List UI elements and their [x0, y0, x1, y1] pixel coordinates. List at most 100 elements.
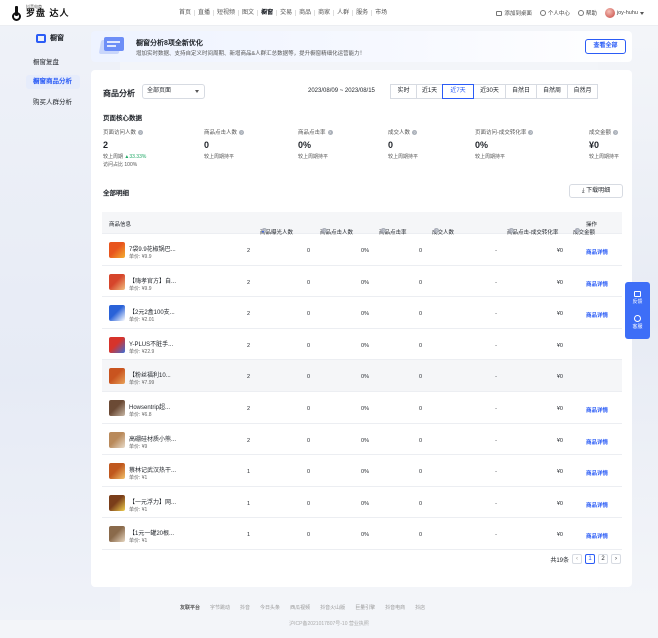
- next-page-button[interactable]: ›: [611, 554, 621, 564]
- product-name[interactable]: 【一元浮力】网...: [129, 497, 179, 506]
- page-2-button[interactable]: 2: [598, 554, 608, 564]
- footer-link[interactable]: 抖音电商: [385, 604, 405, 611]
- footer-link[interactable]: 巨量引擎: [355, 604, 375, 611]
- tab-period[interactable]: 近7天: [442, 84, 474, 99]
- nav-item[interactable]: 橱窗: [258, 10, 278, 16]
- add-to-desktop-link[interactable]: 添加到桌面: [496, 9, 532, 17]
- footer-link[interactable]: 今日头条: [260, 604, 280, 611]
- nav-item[interactable]: 商品: [296, 10, 316, 16]
- product-name[interactable]: 【2元2盒100支...: [129, 307, 179, 316]
- table-row[interactable]: 【嗨孝官方】自... 单价: ¥9.9 2 0 0% 0 - ¥0 商品详情: [102, 266, 622, 298]
- feedback-button[interactable]: 反馈: [632, 291, 643, 305]
- help-icon[interactable]: ?: [138, 129, 144, 135]
- sidebar-item-buyer-analysis[interactable]: 购买人群分析: [26, 96, 80, 110]
- nav-item[interactable]: 人群: [334, 10, 354, 16]
- nav-item[interactable]: 直播: [195, 10, 215, 16]
- footer-link[interactable]: 字节跳动: [210, 604, 230, 611]
- product-detail-link[interactable]: 商品详情: [586, 532, 608, 540]
- table-row[interactable]: 【1元一罐20根... 单价: ¥1 1 0 0% 0 - ¥0 商品详情: [102, 518, 622, 550]
- table-row[interactable]: Y-PLUS不脏手... 单价: ¥22.9 2 0 0% 0 - ¥0: [102, 329, 622, 361]
- tab-period[interactable]: 近30天: [473, 84, 506, 99]
- customer-service-button[interactable]: 客服: [632, 315, 643, 330]
- product-name[interactable]: 【粉丝福利10...: [129, 370, 179, 379]
- sort-icon: [434, 228, 437, 233]
- product-thumbnail[interactable]: [109, 368, 125, 385]
- table-row[interactable]: 【2元2盒100支... 单价: ¥2.01 2 0 0% 0 - ¥0 商品详情: [102, 297, 622, 329]
- panel-title: 商品分析: [103, 89, 135, 98]
- logo[interactable]: 抖音电商 罗盘 达人: [12, 5, 70, 21]
- tab-period[interactable]: 近1天: [416, 84, 443, 99]
- product-detail-link[interactable]: 商品详情: [586, 248, 608, 256]
- product-name[interactable]: 7袋9.9花椒锅巴...: [129, 244, 179, 253]
- product-detail-link[interactable]: 商品详情: [586, 438, 608, 446]
- help-icon[interactable]: ?: [528, 129, 534, 135]
- help-icon[interactable]: ?: [613, 129, 619, 135]
- product-thumbnail[interactable]: [109, 242, 125, 258]
- product-price: 单价: ¥2.01: [129, 317, 155, 324]
- nav-item[interactable]: 图文: [239, 10, 259, 16]
- footer-link[interactable]: 抖音: [240, 604, 250, 611]
- tab-period[interactable]: 实时: [390, 84, 417, 99]
- footer-icp[interactable]: 沪ICP备2021017807号-10 营业执照: [0, 620, 658, 627]
- table-row[interactable]: Howsentrip超... 单价: ¥6.8 2 0 0% 0 - ¥0 商品详情: [102, 392, 622, 424]
- col-product-info: 商品信息: [109, 222, 132, 228]
- product-thumbnail[interactable]: [109, 305, 125, 322]
- view-all-button[interactable]: 查看全部: [585, 39, 626, 54]
- product-thumbnail[interactable]: [109, 431, 125, 448]
- table-cell: 0%: [361, 342, 369, 349]
- product-name[interactable]: 蔡林记武汉热干...: [129, 465, 179, 474]
- product-name[interactable]: 【1元一罐20根...: [129, 528, 179, 537]
- help-link[interactable]: 帮助: [577, 9, 597, 17]
- product-thumbnail[interactable]: [109, 273, 125, 290]
- help-icon[interactable]: ?: [412, 129, 418, 135]
- table-cell: 0: [418, 437, 422, 444]
- page-select[interactable]: 全部页面: [142, 84, 205, 99]
- table-cell: 2: [246, 311, 250, 318]
- table-row[interactable]: 蔡林记武汉热干... 单价: ¥1 1 0 0% 0 - ¥0 商品详情: [102, 455, 622, 487]
- nav-item[interactable]: 短视频: [214, 10, 240, 16]
- footer-link[interactable]: 西瓜视频: [290, 604, 310, 611]
- nav-item[interactable]: 商家: [315, 10, 335, 16]
- prev-page-button[interactable]: ‹: [572, 554, 582, 564]
- table-cell: 0: [306, 532, 310, 539]
- product-detail-link[interactable]: 商品详情: [586, 406, 608, 414]
- table-row[interactable]: 【一元浮力】网... 单价: ¥1 1 0 0% 0 - ¥0 商品详情: [102, 487, 622, 519]
- download-details-button[interactable]: ⤓ 下载明细: [569, 184, 623, 198]
- product-detail-link[interactable]: 商品详情: [586, 469, 608, 477]
- footer-link[interactable]: 抖音火山版: [320, 604, 345, 611]
- sidebar-item-product-analysis[interactable]: 橱窗商品分析: [26, 75, 80, 89]
- product-thumbnail[interactable]: [109, 494, 125, 511]
- product-thumbnail[interactable]: [109, 399, 125, 416]
- personal-center-link[interactable]: 个人中心: [539, 9, 570, 17]
- footer-link[interactable]: 友联平台: [180, 604, 200, 611]
- help-icon[interactable]: ?: [327, 129, 333, 135]
- product-detail-link[interactable]: 商品详情: [586, 501, 608, 509]
- product-name[interactable]: Y-PLUS不脏手...: [129, 339, 179, 348]
- product-name[interactable]: 【嗨孝官方】自...: [129, 276, 179, 285]
- nav-item[interactable]: 交易: [277, 10, 297, 16]
- table-row[interactable]: 【粉丝福利10... 单价: ¥7.99 2 0 0% 0 - ¥0: [102, 360, 622, 392]
- nav-item[interactable]: 服务: [353, 10, 373, 16]
- tab-period[interactable]: 自然周: [536, 84, 568, 99]
- date-range[interactable]: 2023/08/09 ~ 2023/08/15: [308, 88, 375, 94]
- footer-link[interactable]: 抖店: [415, 604, 425, 611]
- tab-period[interactable]: 自然月: [567, 84, 598, 99]
- page-1-button[interactable]: 1: [585, 554, 595, 564]
- product-name[interactable]: 高硼硅材质小熊...: [129, 434, 179, 443]
- product-thumbnail[interactable]: [109, 463, 125, 480]
- table-row[interactable]: 7袋9.9花椒锅巴... 单价: ¥9.9 2 0 0% 0 - ¥0 商品详情: [102, 234, 622, 266]
- product-thumbnail[interactable]: [109, 336, 125, 353]
- nav-item[interactable]: 市场: [372, 10, 390, 16]
- table-cell: 2: [246, 437, 250, 444]
- product-name[interactable]: Howsentrip超...: [129, 402, 179, 411]
- sidebar-item-showcase-review[interactable]: 橱窗复盘: [26, 56, 80, 70]
- help-icon[interactable]: ?: [239, 129, 245, 135]
- user-menu[interactable]: joy-huhu: [604, 8, 644, 18]
- product-thumbnail[interactable]: [109, 526, 125, 543]
- table-cell: 0: [306, 311, 310, 318]
- tab-period[interactable]: 自然日: [505, 84, 537, 99]
- table-row[interactable]: 高硼硅材质小熊... 单价: ¥9 2 0 0% 0 - ¥0 商品详情: [102, 424, 622, 456]
- product-detail-link[interactable]: 商品详情: [586, 311, 608, 319]
- product-detail-link[interactable]: 商品详情: [586, 280, 608, 288]
- nav-item[interactable]: 首页: [176, 10, 196, 16]
